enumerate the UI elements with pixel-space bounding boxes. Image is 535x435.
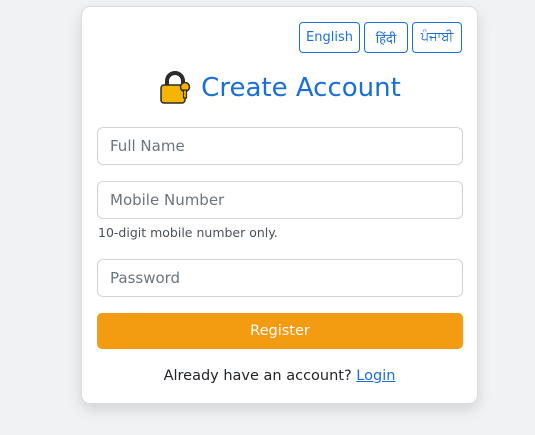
register-button[interactable]: Register (97, 313, 463, 349)
lang-english-button[interactable]: English (299, 22, 360, 53)
lang-punjabi-button[interactable]: ਪੰਜਾਬੀ (412, 22, 462, 53)
login-prompt-text: Already have an account? (163, 368, 352, 384)
login-link[interactable]: Login (356, 368, 395, 384)
password-input[interactable] (97, 259, 463, 297)
login-prompt: Already have an account? Login (82, 368, 477, 384)
lang-hindi-button[interactable]: हिंदी (364, 22, 408, 53)
title-text: Create Account (201, 73, 401, 103)
mobile-number-input[interactable] (97, 181, 463, 219)
full-name-input[interactable] (97, 127, 463, 165)
lock-icon (160, 71, 191, 104)
page-title: Create Account (82, 71, 477, 105)
signup-card: English हिंदी ਪੰਜਾਬੀ Create Account 10-d… (81, 6, 478, 404)
mobile-helper-text: 10-digit mobile number only. (98, 225, 278, 240)
language-switcher: English हिंदी ਪੰਜਾਬੀ (299, 22, 462, 53)
